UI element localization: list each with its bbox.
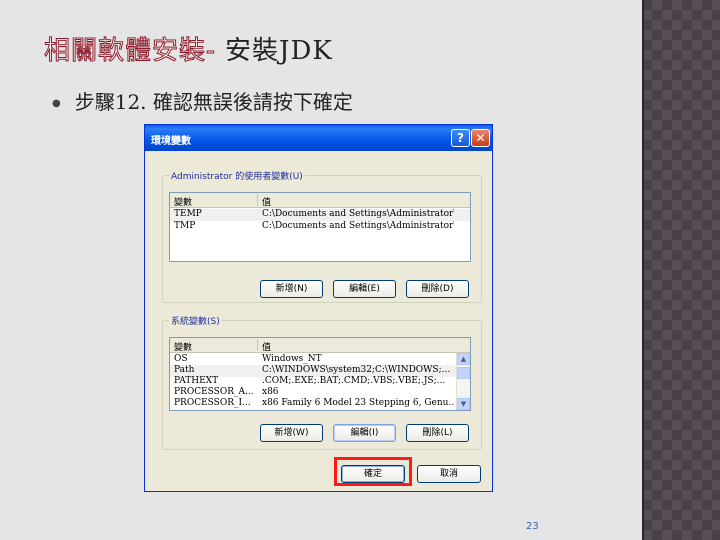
cancel-button[interactable]: 取消: [417, 465, 481, 483]
slide-title: 相關軟體安裝- 安裝JDK: [44, 30, 333, 67]
environment-variables-dialog: 環境變數 ? ✕ Administrator 的使用者變數(U) 變數 值 TE…: [144, 124, 493, 492]
variable-value: x86: [262, 387, 279, 397]
variable-name: PROCESSOR_A...: [174, 387, 254, 397]
user-edit-button[interactable]: 編輯(E): [333, 280, 396, 298]
page-number: 23: [526, 521, 539, 532]
dialog-title: 環境變數: [151, 136, 191, 147]
bullet-text: 步驟12. 確認無誤後請按下確定: [74, 90, 353, 114]
variable-value: .COM;.EXE;.BAT;.CMD;.VBS;.VBE;.JS;...: [262, 376, 446, 386]
variable-value: C:\Documents and Settings\Administrator\…: [262, 221, 454, 231]
variable-name: PATHEXT: [174, 376, 219, 386]
slide-title-part1: 相關軟體安裝-: [44, 36, 216, 67]
scroll-down-icon[interactable]: ▼: [457, 398, 470, 410]
system-variables-label: 系統變數(S): [169, 314, 222, 327]
column-header-variable[interactable]: 變數: [174, 340, 192, 353]
variable-value: x86 Family 6 Model 23 Stepping 6, Genu..…: [262, 398, 454, 408]
system-new-button[interactable]: 新增(W): [260, 424, 323, 442]
decorative-side-panel: [642, 0, 720, 540]
system-variables-list[interactable]: 變數 值 OS Windows_NT Path C:\WINDOWS\syste…: [169, 337, 471, 411]
system-variables-group: 系統變數(S) 變數 值 OS Windows_NT Path C:\WINDO…: [162, 314, 482, 450]
user-variables-list[interactable]: 變數 值 TEMP C:\Documents and Settings\Admi…: [169, 192, 471, 262]
variable-name: PROCESSOR_I...: [174, 398, 251, 408]
bullet-item: ● 步驟12. 確認無誤後請按下確定: [52, 86, 353, 115]
slide-title-part2: 安裝JDK: [215, 36, 333, 66]
user-delete-button[interactable]: 刪除(D): [406, 280, 469, 298]
column-header-value[interactable]: 值: [262, 195, 271, 208]
variable-name: TMP: [174, 221, 196, 231]
user-variables-label: Administrator 的使用者變數(U): [169, 169, 305, 182]
system-variables-header: 變數 值: [170, 338, 470, 353]
scroll-thumb[interactable]: [457, 367, 470, 379]
scroll-up-icon[interactable]: ▲: [457, 353, 470, 365]
variable-value: C:\WINDOWS\system32;C:\WINDOWS;...: [262, 365, 451, 375]
variable-value: Windows_NT: [262, 354, 322, 364]
vertical-scrollbar[interactable]: ▲ ▼: [456, 353, 470, 410]
ok-button-highlight: [334, 457, 412, 486]
variable-name: Path: [174, 365, 195, 375]
user-variables-group: Administrator 的使用者變數(U) 變數 值 TEMP C:\Doc…: [162, 169, 482, 303]
list-item[interactable]: TMP C:\Documents and Settings\Administra…: [170, 221, 470, 233]
system-delete-button[interactable]: 刪除(L): [406, 424, 469, 442]
user-variables-header: 變數 值: [170, 193, 470, 208]
bullet-dot-icon: ●: [52, 98, 61, 109]
user-new-button[interactable]: 新增(N): [260, 280, 323, 298]
slide: 相關軟體安裝- 安裝JDK ● 步驟12. 確認無誤後請按下確定 環境變數 ? ✕…: [0, 0, 642, 540]
help-icon[interactable]: ?: [451, 129, 470, 147]
column-header-variable[interactable]: 變數: [174, 195, 192, 208]
dialog-titlebar[interactable]: 環境變數 ? ✕: [145, 125, 492, 151]
variable-name: TEMP: [174, 209, 202, 219]
variable-name: OS: [174, 354, 188, 364]
column-header-value[interactable]: 值: [262, 340, 271, 353]
list-item[interactable]: PROCESSOR_I... x86 Family 6 Model 23 Ste…: [170, 398, 470, 410]
close-icon[interactable]: ✕: [471, 129, 490, 147]
list-item[interactable]: TEMP C:\Documents and Settings\Administr…: [170, 209, 470, 221]
system-edit-button[interactable]: 編輯(I): [333, 424, 396, 442]
variable-value: C:\Documents and Settings\Administrator\…: [262, 209, 454, 219]
